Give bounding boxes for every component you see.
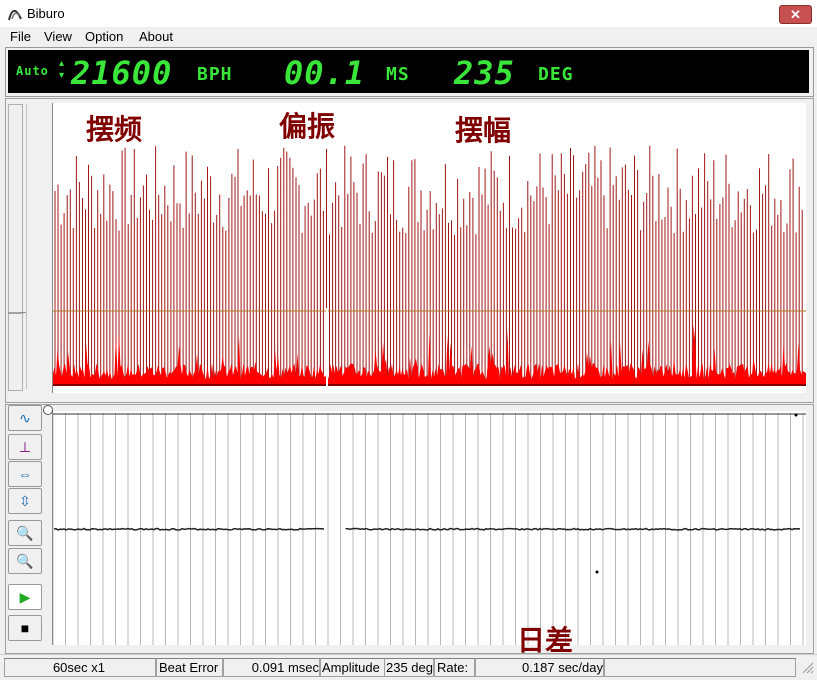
- vertical-zoom-button[interactable]: ⇳: [8, 488, 42, 514]
- status-rate-label: Rate:: [434, 658, 476, 677]
- status-amplitude-label: Amplitude: [320, 658, 385, 677]
- status-rate-value: 0.187 sec/day: [474, 658, 604, 677]
- amplitude-value: 235: [454, 54, 515, 92]
- menu-view[interactable]: View: [44, 29, 72, 44]
- status-beat-error-label: Beat Error: [156, 658, 224, 677]
- annotation-frequency: 摆频: [86, 113, 143, 146]
- waveform-area: [52, 103, 806, 393]
- trigger-icon: ⊥: [18, 439, 32, 455]
- menu-option[interactable]: Option: [85, 29, 123, 44]
- stop-button[interactable]: ■: [8, 615, 42, 641]
- play-button[interactable]: ▶: [8, 584, 42, 610]
- deg-unit: DEG: [538, 64, 574, 85]
- horizontal-zoom-icon: ⇔: [18, 466, 32, 482]
- bph-unit: BPH: [197, 64, 233, 85]
- beat-error-value: 00.1: [284, 54, 366, 92]
- waveform-mode-button[interactable]: ∿: [8, 405, 42, 431]
- status-empty: [604, 658, 796, 677]
- waveform-mode-icon: ∿: [19, 410, 31, 426]
- zoom-in-button[interactable]: 🔍: [8, 520, 42, 546]
- status-beat-error-value: 0.091 msec: [222, 658, 320, 677]
- vertical-zoom-icon: ⇳: [19, 493, 31, 509]
- stop-icon: ■: [20, 620, 30, 636]
- zoom-in-icon: 🔍: [16, 525, 34, 541]
- period-text: 60sec x1: [52, 660, 105, 675]
- gain-slider-thumb[interactable]: [8, 312, 28, 320]
- menu-about[interactable]: About: [139, 29, 173, 44]
- waveform-plot: [53, 145, 806, 390]
- timegraph-plot: [52, 413, 806, 645]
- annotation-rate: 日差: [517, 624, 574, 657]
- annotation-beat-error: 偏振: [279, 110, 336, 143]
- play-icon: ▶: [19, 589, 31, 605]
- rate-trace-segment-1: [53, 527, 325, 531]
- zoom-out-icon: 🔍: [16, 553, 34, 569]
- waveform-noise-floor: [53, 324, 806, 385]
- zoom-out-button[interactable]: 🔍: [8, 548, 42, 574]
- bph-value: 21600: [71, 54, 173, 92]
- resize-grip-icon[interactable]: [800, 660, 814, 674]
- ms-unit: MS: [386, 64, 410, 85]
- close-button[interactable]: ✕: [779, 5, 812, 24]
- gain-slider-track[interactable]: [8, 104, 23, 391]
- status-bar: 60sec x1 Beat Error 0.091 msec Amplitude…: [0, 654, 817, 680]
- graph-origin-marker: [43, 405, 53, 415]
- window-title: Biburo: [27, 6, 65, 21]
- lcd-display: Auto ▴ ▾ 21600 BPH 00.1 MS 235 DEG: [8, 50, 809, 93]
- mode-spinner-icon[interactable]: ▴ ▾: [59, 58, 64, 82]
- outlier-point: [595, 570, 599, 574]
- status-amplitude-value: 235 deg: [384, 658, 434, 677]
- menu-file[interactable]: File: [10, 29, 31, 44]
- menu-bar: File View Option About: [0, 27, 817, 46]
- status-period: 60sec x1: [4, 658, 156, 677]
- trigger-button[interactable]: ⊥: [8, 434, 42, 460]
- mode-label[interactable]: Auto: [16, 64, 49, 78]
- title-bar: [0, 0, 817, 28]
- waveform-spikes: [54, 145, 803, 385]
- annotation-amplitude: 摆幅: [455, 114, 512, 147]
- timegraph-area: [52, 411, 806, 645]
- horizontal-zoom-button[interactable]: ⇔: [8, 461, 42, 487]
- slider-divider: [26, 104, 27, 389]
- app-logo-icon: [6, 5, 24, 23]
- edge-point: [794, 413, 798, 417]
- rate-trace-segment-2: [345, 527, 801, 531]
